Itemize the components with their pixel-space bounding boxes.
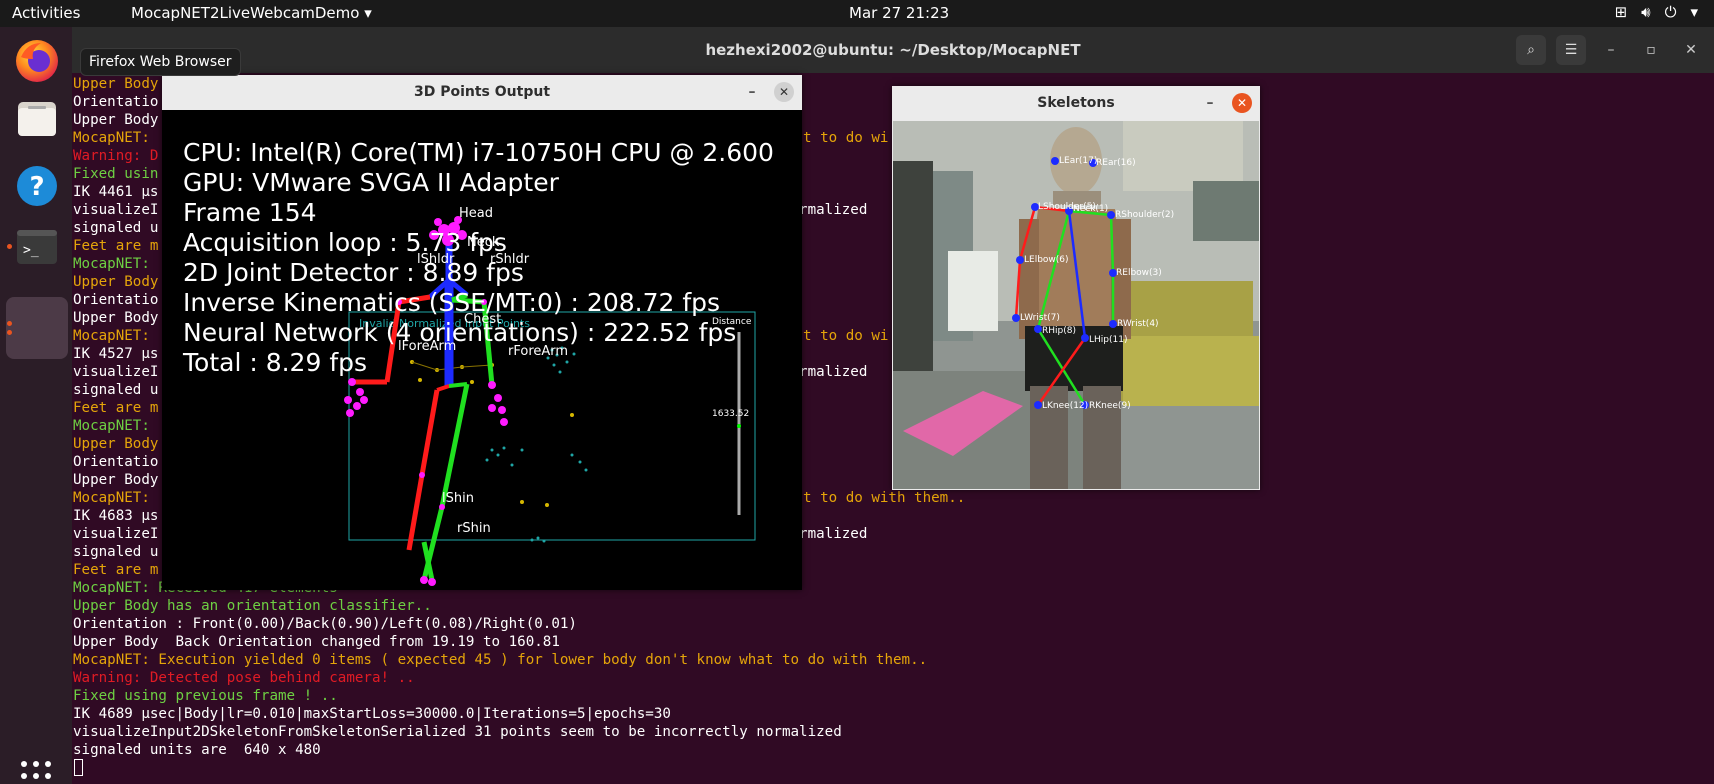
minimize-button[interactable]: – xyxy=(1200,93,1220,113)
terminal-icon: >_ xyxy=(17,230,57,264)
menu-icon[interactable]: ☰ xyxy=(1556,35,1586,65)
close-button[interactable]: ✕ xyxy=(1676,35,1706,65)
performance-stats: CPU: Intel(R) Core(TM) i7-10750H CPU @ 2… xyxy=(183,138,774,378)
volume-icon[interactable]: 🔊︎ xyxy=(1641,3,1650,21)
joint-label: rShin xyxy=(457,521,491,536)
files-launcher[interactable] xyxy=(6,88,68,150)
terminal-launcher[interactable]: >_ xyxy=(6,216,68,278)
right-fragment: t to do with them.. xyxy=(803,490,966,506)
stat-line: Inverse Kinematics (SSE/MT:0) : 208.72 f… xyxy=(183,288,721,317)
help-icon: ? xyxy=(17,166,57,206)
joint-label: LElbow(6) xyxy=(1024,255,1069,265)
window-title: 3D Points Output xyxy=(413,84,551,100)
chevron-down-icon[interactable]: ▾ xyxy=(1690,3,1698,21)
search-icon[interactable]: ⌕ xyxy=(1516,35,1546,65)
firefox-launcher[interactable] xyxy=(6,30,68,92)
joint-label: LHip(11) xyxy=(1089,335,1127,345)
firefox-icon xyxy=(16,40,58,82)
joint-label: Neck(1) xyxy=(1073,204,1108,214)
maximize-button[interactable]: ▫ xyxy=(1636,35,1666,65)
joint-label: RWrist(4) xyxy=(1117,319,1159,329)
minimize-button[interactable]: – xyxy=(742,82,762,102)
joint-label: REar(16) xyxy=(1096,158,1136,168)
stat-line: Total : 8.29 fps xyxy=(183,348,368,377)
terminal-line: IK 4689 μsec|Body|lr=0.010|maxStartLoss=… xyxy=(73,706,671,722)
close-button[interactable]: ✕ xyxy=(774,82,794,102)
running-indicator xyxy=(7,321,12,326)
terminal-line: Upper Body Back Orientation changed from… xyxy=(73,634,560,650)
minimize-button[interactable]: – xyxy=(1596,35,1626,65)
joint-label: LEar(17) xyxy=(1059,156,1097,166)
running-indicator xyxy=(7,244,12,249)
terminal-title: hezhexi2002@ubuntu: ~/Desktop/MocapNET xyxy=(705,41,1081,59)
window-header[interactable]: 3D Points Output – ✕ xyxy=(162,75,802,110)
terminal-line: visualizeInput2DSkeletonFromSkeletonSeri… xyxy=(73,724,842,740)
close-button[interactable]: ✕ xyxy=(1232,93,1252,113)
terminal-line: Warning: Detected pose behind camera! .. xyxy=(73,670,415,686)
terminal-line: Upper Body has an orientation classifier… xyxy=(73,598,432,614)
network-icon[interactable]: ⊞ xyxy=(1615,3,1628,21)
distance-value: 1633.52 xyxy=(712,409,749,419)
dock: ? >_ xyxy=(0,27,72,784)
help-launcher[interactable]: ? xyxy=(6,155,68,217)
joint-label: RHip(8) xyxy=(1042,326,1076,336)
joint-label: RElbow(3) xyxy=(1116,268,1162,278)
svg-text:?: ? xyxy=(29,172,44,202)
joint-label: lShin xyxy=(442,491,474,506)
window-title: Skeletons xyxy=(1037,95,1115,111)
terminal-line: signaled units are 640 x 480 xyxy=(73,742,321,758)
terminal-header[interactable]: hezhexi2002@ubuntu: ~/Desktop/MocapNET ⌕… xyxy=(72,27,1714,73)
stat-line: Acquisition loop : 5.73 fps xyxy=(183,228,507,257)
window-header[interactable]: Skeletons – ✕ xyxy=(892,86,1260,121)
terminal-line: MocapNET: Execution yielded 0 items ( ex… xyxy=(73,652,928,668)
text-cursor xyxy=(74,759,83,776)
dock-tooltip: Firefox Web Browser xyxy=(80,48,241,76)
joint-label: RShoulder(2) xyxy=(1115,210,1174,220)
clock[interactable]: Mar 27 21:23 xyxy=(849,4,949,22)
joint-label: LKnee(12) xyxy=(1042,401,1088,411)
show-applications-icon[interactable] xyxy=(20,760,52,784)
stat-line: GPU: VMware SVGA II Adapter xyxy=(183,168,559,197)
svg-text:>_: >_ xyxy=(23,243,39,258)
app-menu[interactable]: MocapNET2LiveWebcamDemo ▾ xyxy=(131,4,372,22)
activities-button[interactable]: Activities xyxy=(12,4,80,22)
right-fragment: t to do wi xyxy=(803,328,889,344)
running-indicator xyxy=(7,330,12,335)
right-fragment: t to do wi xyxy=(803,130,889,146)
terminal-line: Fixed using previous frame ! .. xyxy=(73,688,338,704)
stat-line: Neural Network (4 orientations) : 222.52… xyxy=(183,318,737,347)
points-3d-window[interactable]: 3D Points Output – ✕ Invalid Normalized … xyxy=(162,75,802,590)
files-icon xyxy=(18,102,56,136)
power-icon[interactable]: ⏻ xyxy=(1665,3,1677,21)
system-tray[interactable]: ⊞ 🔊︎ ⏻ ▾ xyxy=(1615,3,1698,21)
stat-line: 2D Joint Detector : 8.89 fps xyxy=(183,258,524,287)
terminal-line: Orientation : Front(0.00)/Back(0.90)/Lef… xyxy=(73,616,577,632)
top-bar: Activities MocapNET2LiveWebcamDemo ▾ Mar… xyxy=(0,0,1714,27)
joint-label: RKnee(9) xyxy=(1089,401,1131,411)
camera-view: LEar(17) REar(16) LShoulder(5) Neck(1) R… xyxy=(893,121,1259,489)
joint-label: LWrist(7) xyxy=(1020,313,1060,323)
stat-line: CPU: Intel(R) Core(TM) i7-10750H CPU @ 2… xyxy=(183,138,774,167)
skeletons-window[interactable]: Skeletons – ✕ LEar(17) REar(16) LShoulde… xyxy=(892,86,1260,490)
running-app-icon[interactable] xyxy=(6,297,68,359)
stat-line: Frame 154 xyxy=(183,198,317,227)
